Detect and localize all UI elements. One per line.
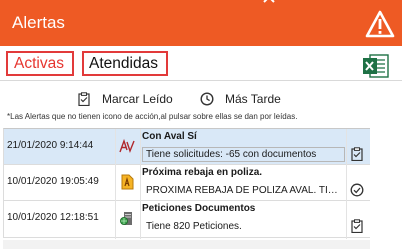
window-title: Alertas	[12, 13, 65, 32]
column-divider	[140, 129, 141, 239]
later-button[interactable]: Más Tarde	[200, 90, 281, 108]
alert-date: 10/01/2020 19:05:49	[7, 176, 99, 187]
alerts-table: 21/01/2020 9:14:44 Con Aval Sí Tiene sol…	[3, 128, 370, 239]
clipboard-icon[interactable]	[350, 219, 364, 233]
alert-date: 21/01/2020 9:14:44	[7, 140, 94, 151]
later-label: Más Tarde	[225, 92, 281, 106]
alert-subject: Próxima rebaja en poliza.	[142, 167, 263, 178]
alert-subject: Con Aval Sí	[142, 131, 197, 142]
warning-icon	[365, 10, 395, 38]
tab-activas[interactable]: Activas	[6, 51, 74, 76]
alert-date: 10/01/2020 12:18:51	[7, 212, 99, 223]
title-bar: Alertas	[0, 0, 402, 46]
column-divider	[115, 129, 116, 239]
globe-server-icon	[120, 212, 132, 225]
signature-av-icon	[119, 138, 135, 154]
tab-atendidas[interactable]: Atendidas	[82, 51, 168, 76]
mark-read-button[interactable]: Marcar Leído	[77, 90, 173, 108]
alert-body: PROXIMA REBAJA DE POLIZA AVAL. TIENE	[146, 185, 345, 196]
check-circle-icon[interactable]	[350, 183, 364, 197]
clock-icon	[200, 92, 214, 106]
close-icon[interactable]	[263, 0, 275, 3]
alert-body: Tiene solicitudes: -65 con documentos	[142, 147, 345, 162]
clipboard-icon	[78, 92, 90, 106]
table-row[interactable]: 21/01/2020 9:14:44 Con Aval Sí Tiene sol…	[4, 129, 370, 164]
horizontal-scrollbar[interactable]	[3, 240, 370, 249]
alert-body: Tiene 820 Peticiones.	[146, 221, 242, 232]
table-row[interactable]: 10/01/2020 12:18:51 Peticiones Documento…	[4, 201, 370, 236]
mark-read-label: Marcar Leído	[102, 92, 173, 106]
alert-subject: Peticiones Documentos	[142, 203, 256, 214]
pdf-document-icon	[121, 174, 134, 190]
info-note: *Las Alertas que no tienen icono de acci…	[7, 112, 298, 121]
excel-icon[interactable]	[362, 54, 389, 78]
tab-divider	[0, 80, 402, 81]
table-row[interactable]: 10/01/2020 19:05:49 Próxima rebaja en po…	[4, 165, 370, 200]
clipboard-icon[interactable]	[350, 147, 364, 161]
column-divider	[346, 129, 347, 239]
